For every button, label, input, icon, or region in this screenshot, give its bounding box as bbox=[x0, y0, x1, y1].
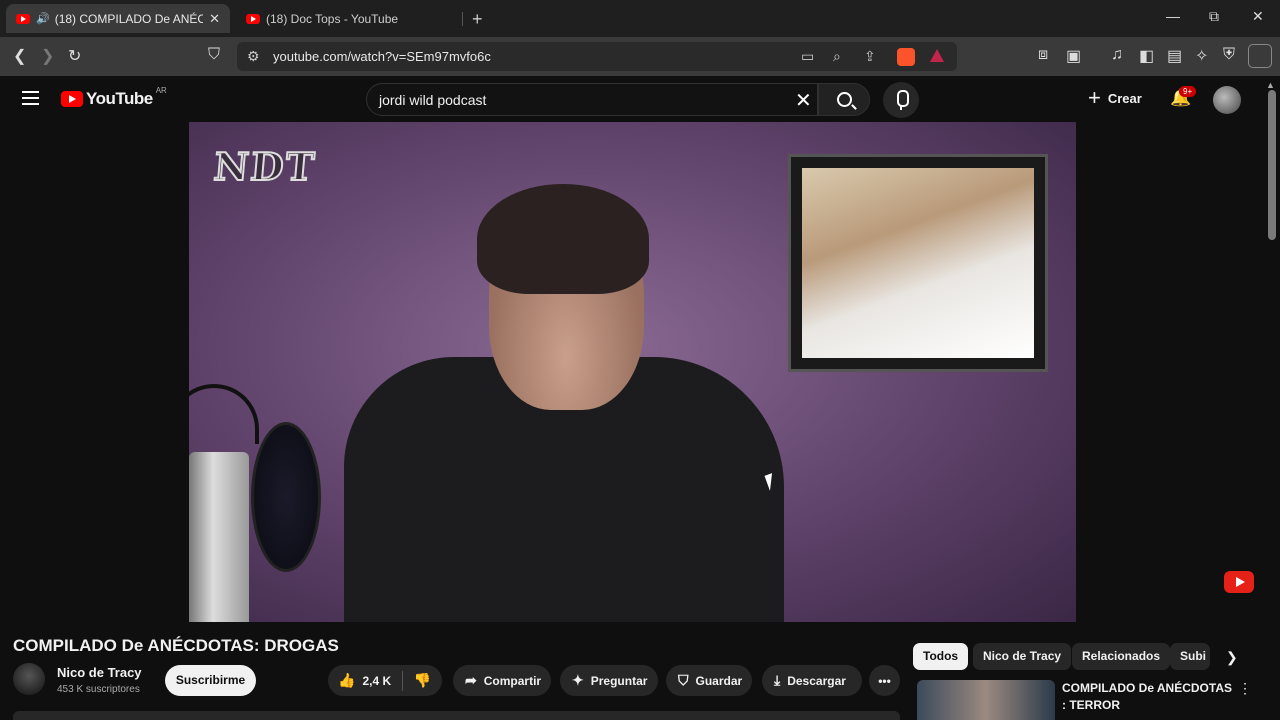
person-hair bbox=[477, 184, 649, 294]
channel-avatar[interactable] bbox=[13, 663, 45, 695]
browser-tab-strip: 🔊 (18) COMPILADO De ANÉCDOTAS: DROGAS ✕ … bbox=[0, 0, 1280, 37]
more-actions-button[interactable]: ••• bbox=[869, 665, 900, 696]
wallet-icon[interactable]: ▤ bbox=[1167, 46, 1182, 66]
share-page-icon[interactable]: ⇪ bbox=[864, 48, 876, 65]
youtube-miniplayer-icon[interactable] bbox=[1224, 571, 1254, 593]
save-button[interactable]: ⛉ Guardar bbox=[666, 665, 752, 696]
thumbs-down-icon: 👎 bbox=[413, 672, 432, 688]
search-button[interactable] bbox=[818, 83, 870, 116]
download-icon: ⤓ bbox=[774, 672, 781, 688]
page-scrollbar[interactable] bbox=[1268, 90, 1276, 240]
media-icon[interactable]: ♫ bbox=[1111, 46, 1123, 64]
share-icon: ➦ bbox=[465, 672, 477, 688]
cast-icon[interactable]: ▭ bbox=[801, 48, 814, 65]
close-tab-icon[interactable]: ✕ bbox=[209, 11, 220, 27]
search-query[interactable]: jordi wild podcast bbox=[379, 92, 486, 108]
subscriber-count: 453 K suscriptores bbox=[57, 684, 140, 695]
picture-frame bbox=[788, 154, 1048, 372]
thumbs-up-icon: 👍 bbox=[338, 672, 356, 688]
search-input[interactable]: jordi wild podcast ✕ bbox=[366, 83, 818, 116]
youtube-header: YouTube AR jordi wild podcast ✕ + Crear … bbox=[0, 76, 1280, 122]
chip-todos[interactable]: Todos bbox=[913, 643, 969, 670]
bookmark-icon[interactable]: ⛉ bbox=[208, 46, 220, 64]
brave-shields-icon[interactable] bbox=[897, 48, 915, 66]
recommended-thumbnail[interactable] bbox=[917, 680, 1055, 720]
more-icon: ••• bbox=[878, 673, 891, 688]
brave-rewards-icon[interactable] bbox=[930, 49, 944, 62]
clear-search-icon[interactable]: ✕ bbox=[795, 88, 812, 113]
restore-icon[interactable]: ⧉ bbox=[1209, 8, 1219, 25]
close-window-icon[interactable]: ✕ bbox=[1252, 8, 1264, 25]
forward-icon[interactable]: ❯ bbox=[41, 46, 54, 66]
framed-photo bbox=[802, 168, 1034, 358]
create-label: Crear bbox=[1107, 90, 1142, 106]
speaker-icon[interactable]: 🔊 bbox=[36, 12, 50, 25]
address-bar[interactable]: ⚙ youtube.com/watch?v=SEm97mvfo6c ▭ ⌕ ⇪ bbox=[237, 42, 957, 71]
chevron-right-icon[interactable]: ❯ bbox=[1226, 649, 1238, 666]
url-text[interactable]: youtube.com/watch?v=SEm97mvfo6c bbox=[273, 49, 491, 64]
description-box[interactable] bbox=[13, 711, 900, 720]
download-label: Descargar bbox=[787, 673, 846, 688]
like-count: 2,4 K bbox=[362, 673, 392, 688]
tab-inactive[interactable]: (18) Doc Tops - YouTube bbox=[236, 4, 462, 33]
scroll-up-icon[interactable]: ▲ bbox=[1266, 80, 1275, 90]
chip-channel[interactable]: Nico de Tracy bbox=[973, 643, 1072, 670]
new-tab-icon[interactable]: + bbox=[472, 9, 483, 30]
sidebar-icon[interactable]: ◧ bbox=[1139, 46, 1154, 66]
video-title: COMPILADO De ANÉCDOTAS: DROGAS bbox=[13, 636, 339, 655]
search-icon bbox=[837, 92, 852, 107]
reload-icon[interactable]: ↻ bbox=[68, 46, 81, 66]
tab-title: (18) Doc Tops - YouTube bbox=[266, 11, 399, 26]
share-button[interactable]: ➦ Compartir bbox=[453, 665, 551, 696]
extensions-icon[interactable]: ⧈ bbox=[1038, 46, 1048, 64]
video-player[interactable]: NDT bbox=[189, 122, 1076, 622]
browser-toolbar: ❮ ❯ ↻ ⛉ ⚙ youtube.com/watch?v=SEm97mvfo6… bbox=[0, 37, 1280, 76]
zoom-icon[interactable]: ⌕ bbox=[833, 48, 841, 65]
channel-name[interactable]: Nico de Tracy bbox=[57, 665, 142, 680]
chip-subido[interactable]: Subi bbox=[1170, 643, 1210, 670]
youtube-logo[interactable]: YouTube AR bbox=[61, 85, 167, 109]
ask-label: Preguntar bbox=[590, 673, 648, 688]
country-code: AR bbox=[155, 85, 167, 95]
voice-search-icon[interactable] bbox=[883, 82, 919, 118]
mic-boom-arm bbox=[189, 384, 259, 444]
chip-related[interactable]: Relacionados bbox=[1072, 643, 1171, 670]
tab-search-icon[interactable]: ▣ bbox=[1066, 46, 1081, 66]
vpn-icon[interactable]: ⛨ bbox=[1223, 46, 1235, 64]
download-button[interactable]: ⤓ Descargar bbox=[762, 665, 862, 696]
leo-ai-icon[interactable]: ✧ bbox=[1195, 46, 1208, 66]
youtube-play-icon bbox=[61, 91, 83, 107]
like-dislike-group: 👍 2,4 K 👎 bbox=[328, 665, 442, 696]
microphone bbox=[189, 452, 249, 622]
browser-menu-icon[interactable] bbox=[1248, 44, 1272, 68]
recommended-title[interactable]: COMPILADO De ANÉCDOTAS : TERROR bbox=[1062, 680, 1232, 714]
ask-button[interactable]: ✦ Preguntar bbox=[560, 665, 658, 696]
create-button[interactable]: + Crear bbox=[1088, 85, 1142, 110]
back-icon[interactable]: ❮ bbox=[13, 46, 26, 66]
pop-filter bbox=[251, 422, 321, 572]
tab-title: (18) COMPILADO De ANÉCDOTAS: DROGAS bbox=[54, 11, 204, 26]
tab-active[interactable]: 🔊 (18) COMPILADO De ANÉCDOTAS: DROGAS ✕ bbox=[6, 4, 230, 33]
like-button[interactable]: 👍 2,4 K bbox=[328, 672, 402, 689]
minimize-icon[interactable]: — bbox=[1166, 8, 1180, 24]
youtube-favicon-icon bbox=[246, 13, 260, 24]
channel-watermark: NDT bbox=[211, 143, 319, 190]
subscribe-button[interactable]: Suscribirme bbox=[165, 665, 256, 696]
dislike-button[interactable]: 👎 bbox=[403, 672, 442, 689]
plus-icon: + bbox=[1088, 85, 1101, 110]
site-info-icon[interactable]: ⚙ bbox=[247, 48, 260, 65]
bookmark-save-icon: ⛉ bbox=[678, 672, 689, 688]
menu-icon[interactable] bbox=[22, 91, 39, 105]
youtube-favicon-icon bbox=[16, 13, 30, 24]
notification-badge: 9+ bbox=[1179, 86, 1197, 97]
tab-divider bbox=[462, 12, 463, 26]
sparkle-icon: ✦ bbox=[572, 672, 584, 688]
save-label: Guardar bbox=[695, 673, 743, 688]
recommended-more-icon[interactable]: ⋮ bbox=[1238, 680, 1252, 697]
account-avatar[interactable] bbox=[1213, 86, 1241, 114]
share-label: Compartir bbox=[483, 673, 542, 688]
logo-wordmark: YouTube bbox=[86, 89, 153, 108]
